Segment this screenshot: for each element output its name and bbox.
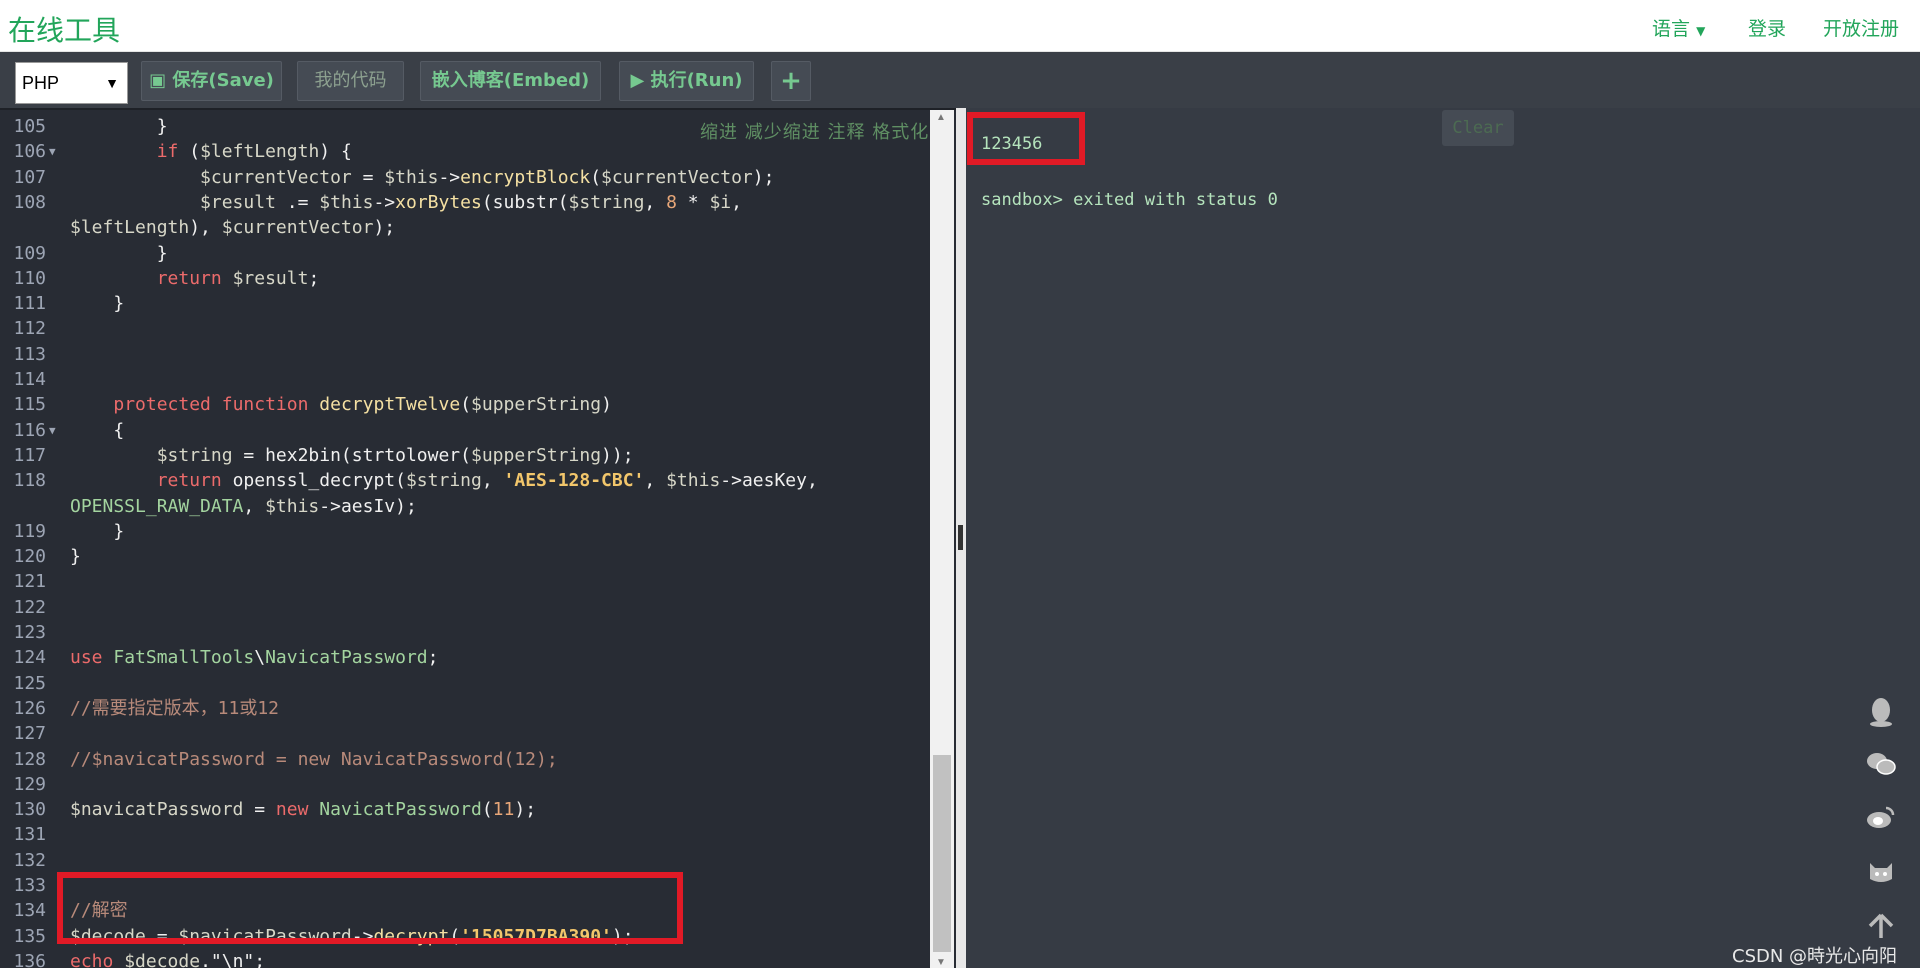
outdent-button[interactable]: 减少缩进 (745, 122, 821, 143)
save-icon: ▣ (149, 70, 167, 91)
code-text: $leftLength), $currentVector); (70, 217, 396, 239)
csdn-watermark: CSDN @時光心向阳 (1732, 946, 1898, 967)
qq-icon[interactable] (1866, 697, 1896, 727)
editor-scrollbar[interactable]: ▲ ▼ (930, 110, 954, 972)
line-number: 123 (13, 622, 46, 643)
code-text: return openssl_decrypt($string, 'AES-128… (156, 470, 818, 492)
language-select[interactable]: PHP ▼ (15, 62, 128, 104)
scroll-down-icon[interactable]: ▼ (936, 957, 946, 968)
scroll-up-icon[interactable]: ▲ (936, 112, 946, 123)
line-number: 119 (13, 520, 46, 542)
language-menu[interactable]: 语言 ▼ (1652, 14, 1705, 41)
line-number: 128 (13, 748, 46, 770)
line-number: 125 (13, 672, 46, 694)
code-text: } (70, 520, 125, 542)
code-text: $result .= $this->xorBytes(substr($strin… (200, 191, 742, 213)
code-text: $string = hex2bin(strtolower($upperStrin… (156, 444, 634, 466)
top-navbar: 在线工具 语言 ▼ 登录 开放注册 (0, 0, 1920, 52)
add-button[interactable]: + (771, 61, 811, 101)
bottom-edge (0, 968, 1920, 972)
line-number: 121 (13, 571, 46, 593)
github-icon[interactable] (1866, 859, 1896, 889)
wechat-icon[interactable] (1866, 751, 1896, 781)
brand-logo[interactable]: 在线工具 (8, 9, 120, 49)
divider-handle[interactable] (958, 525, 963, 550)
fold-toggle-icon[interactable]: ▼ (49, 418, 56, 443)
line-number: 110 (13, 267, 46, 289)
line-number: 131 (13, 824, 46, 846)
code-text: } (70, 242, 168, 264)
line-number: 107 (13, 166, 46, 188)
line-number: 127 (13, 723, 46, 745)
code-text: protected function decryptTwelve($upperS… (113, 394, 612, 416)
run-button-label: 执行(Run) (650, 70, 743, 91)
code-text: //$navicatPassword = new NavicatPassword… (70, 748, 558, 770)
my-code-button[interactable]: 我的代码 (297, 61, 404, 101)
language-label: 语言 (1652, 18, 1691, 40)
embed-button[interactable]: 嵌入博客(Embed) (420, 61, 601, 101)
line-number: 122 (13, 596, 46, 618)
weibo-icon[interactable] (1866, 805, 1896, 835)
code-text: { (70, 419, 125, 441)
line-number: 133 (13, 875, 46, 896)
save-button-label: 保存(Save) (172, 70, 274, 91)
line-number: 130 (13, 799, 46, 821)
line-number: 117 (13, 444, 46, 466)
code-text: OPENSSL_RAW_DATA, $this->aesIv); (70, 495, 417, 517)
line-number: 109 (13, 242, 46, 264)
line-number: 115 (13, 394, 46, 416)
toolbar: PHP ▼ ▣ 保存(Save) 我的代码 嵌入博客(Embed) ▶ 执行(Ru… (0, 52, 1920, 108)
line-number: 112 (13, 318, 46, 340)
line-number: 124 (13, 647, 46, 669)
scrollbar-thumb[interactable] (933, 755, 951, 952)
line-number: 129 (13, 773, 46, 795)
code-text: $currentVector = $this->encryptBlock($cu… (200, 166, 775, 188)
editor-tools: 缩进 减少缩进 注释 格式化 (700, 118, 929, 144)
line-number: 111 (13, 293, 46, 315)
output-panel: 123456 sandbox> exited with status 0 Cle… (966, 108, 1920, 972)
save-button[interactable]: ▣ 保存(Save) (141, 61, 282, 101)
login-link[interactable]: 登录 (1748, 14, 1786, 41)
register-link[interactable]: 开放注册 (1823, 14, 1899, 41)
line-number: 105 (13, 116, 46, 137)
line-number: 135 (13, 925, 46, 947)
code-text: } (70, 546, 81, 568)
code-text: } (70, 116, 168, 137)
code-editor[interactable]: 105 } 106 ▼ if ($leftLength) {107 $current… (0, 108, 956, 972)
line-number: 113 (13, 343, 46, 365)
arrow-up-icon[interactable] (1866, 913, 1896, 943)
clear-button[interactable]: Clear (1442, 110, 1514, 146)
run-button[interactable]: ▶ 执行(Run) (619, 61, 754, 101)
language-select-value: PHP (22, 73, 60, 93)
play-icon: ▶ (630, 70, 645, 91)
line-number: 114 (13, 369, 46, 390)
line-number: 132 (13, 849, 46, 871)
line-number: 126 (13, 697, 46, 719)
line-number: 118 (13, 470, 46, 492)
format-button[interactable]: 格式化 (872, 122, 929, 143)
comment-button[interactable]: 注释 (827, 122, 865, 143)
code-text: return $result; (156, 267, 320, 289)
chevron-down-icon: ▼ (105, 75, 119, 91)
caret-down-icon: ▼ (1696, 24, 1706, 38)
line-number: 120 (13, 546, 46, 568)
line-number: 134 (13, 900, 46, 922)
code-text: } (70, 293, 125, 315)
line-number: 108 (13, 191, 46, 213)
highlight-result-box (967, 112, 1085, 165)
highlight-decrypt-box (57, 872, 683, 944)
line-number: 116 (13, 419, 46, 441)
code-text: use FatSmallTools\NavicatPassword; (70, 647, 439, 669)
code-text: if ($leftLength) { (156, 141, 352, 163)
line-number: 106 (13, 141, 46, 163)
indent-button[interactable]: 缩进 (700, 122, 738, 143)
fold-toggle-icon[interactable]: ▼ (49, 139, 56, 164)
code-text: //需要指定版本，11或12 (70, 697, 280, 719)
code-text: $navicatPassword = new NavicatPassword(1… (70, 799, 537, 821)
